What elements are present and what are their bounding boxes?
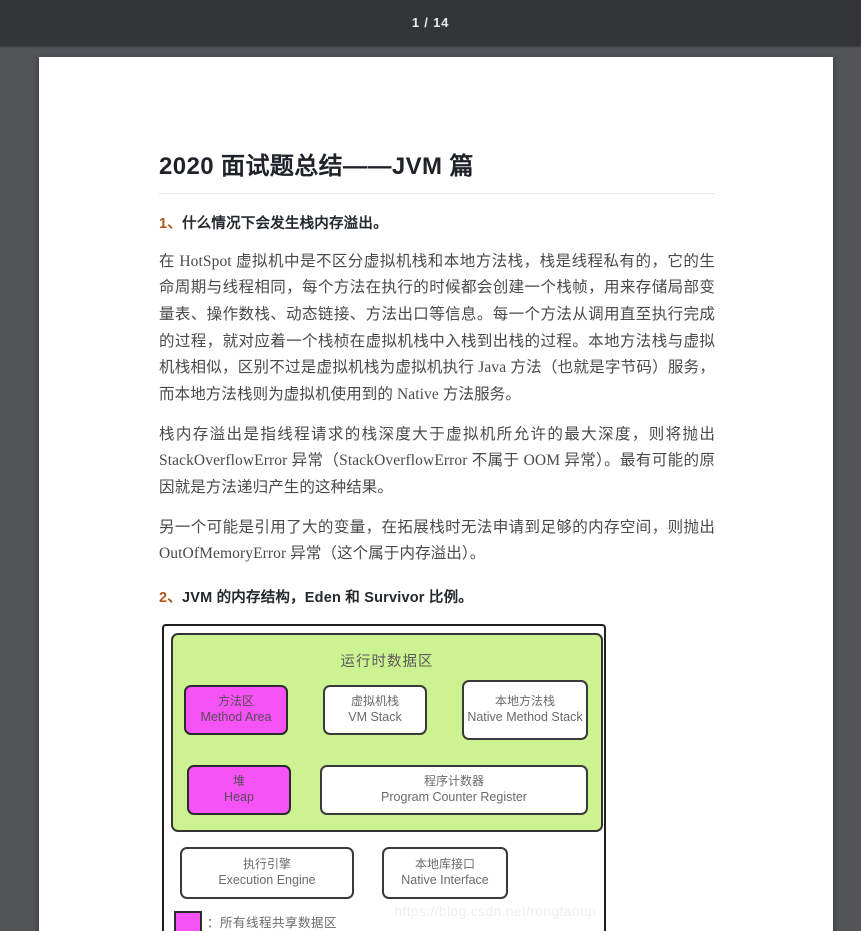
document-page: 2020 面试题总结——JVM 篇 1、什么情况下会发生栈内存溢出。 在 Hot…	[39, 57, 833, 931]
runtime-data-area-label: 运行时数据区	[340, 653, 434, 670]
section-heading-text-1: 什么情况下会发生栈内存溢出。	[181, 216, 388, 232]
section-number-1: 1、	[159, 216, 182, 232]
pdf-viewer: 1 / 14 2020 面试题总结——JVM 篇 1、什么情况下会发生栈内存溢出…	[0, 0, 861, 931]
figure-legend: ：所有线程共享数据区	[174, 910, 338, 931]
section-heading-2: 2、JVM 的内存结构，Eden 和 Survivor 比例。	[159, 588, 715, 610]
paragraph: 栈内存溢出是指线程请求的栈深度大于虚拟机所允许的最大深度，则将抛出 StackO…	[159, 425, 715, 496]
section-heading-text-2: JVM 的内存结构，Eden 和 Survivor 比例。	[181, 589, 473, 606]
figure-box-heap: 堆 Heap	[187, 764, 291, 815]
section-number-2: 2、	[159, 589, 182, 606]
watermark: https://blog.csdn.net/rongtaoup	[394, 902, 596, 919]
box-label-cn: 虚拟机栈	[350, 694, 399, 709]
box-label-en: Program Counter Register	[381, 790, 527, 805]
figure-box-program-counter-register: 程序计数器 Program Counter Register	[320, 764, 588, 815]
figure-box-method-area: 方法区 Method Area	[184, 684, 288, 735]
box-label-en: VM Stack	[348, 710, 402, 725]
box-label-en: Execution Engine	[218, 873, 316, 888]
box-label-cn: 本地库接口	[414, 857, 475, 872]
box-label-en: Method Area	[200, 710, 272, 725]
pdf-toolbar: 1 / 14	[0, 0, 861, 46]
box-label-en: Heap	[224, 790, 254, 805]
box-label-en: Native Method Stack	[467, 710, 583, 725]
jvm-memory-structure-figure: 运行时数据区 方法区 Method Area 虚拟机栈 VM Stack 本地方…	[162, 623, 606, 931]
box-label-cn: 方法区	[217, 694, 254, 709]
box-label-cn: 本地方法栈	[494, 694, 555, 709]
box-label-cn: 程序计数器	[423, 774, 484, 789]
page-title: 2020 面试题总结——JVM 篇	[159, 152, 715, 194]
box-label-en: Native Interface	[401, 873, 489, 888]
section-heading-1: 1、什么情况下会发生栈内存溢出。	[159, 214, 715, 236]
box-label-cn: 执行引擎	[242, 857, 291, 872]
paragraph: 另一个可能是引用了大的变量，在拓展栈时无法申请到足够的内存空间，则抛出 OutO…	[159, 518, 715, 563]
legend-label: ：所有线程共享数据区	[207, 916, 338, 931]
figure-box-execution-engine: 执行引擎 Execution Engine	[180, 846, 354, 899]
figure-box-native-interface: 本地库接口 Native Interface	[382, 846, 508, 899]
figure-box-native-method-stack: 本地方法栈 Native Method Stack	[462, 679, 588, 740]
paragraph: 在 HotSpot 虚拟机中是不区分虚拟机栈和本地方法栈，栈是线程私有的，它的生…	[159, 252, 715, 404]
box-label-cn: 堆	[232, 774, 245, 789]
legend-shared-color-swatch	[174, 910, 202, 931]
figure-box-vm-stack: 虚拟机栈 VM Stack	[323, 684, 427, 735]
page-content: 2020 面试题总结——JVM 篇 1、什么情况下会发生栈内存溢出。 在 Hot…	[159, 152, 715, 931]
page-indicator: 1 / 14	[411, 15, 450, 30]
